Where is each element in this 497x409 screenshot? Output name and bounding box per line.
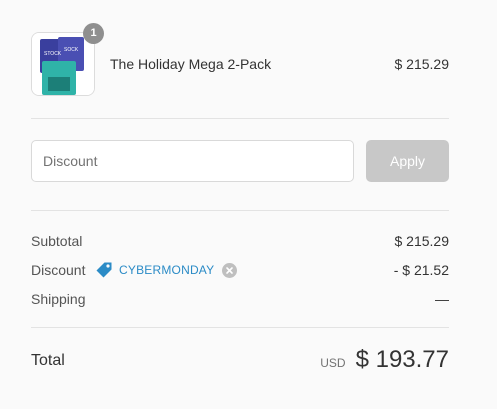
divider (31, 210, 449, 211)
quantity-badge: 1 (83, 23, 104, 44)
total-amount-group: USD $ 193.77 (320, 346, 449, 374)
svg-text:SOCK: SOCK (64, 47, 79, 53)
total-amount: $ 193.77 (355, 346, 449, 373)
close-icon (226, 266, 234, 274)
total-label: Total (31, 352, 65, 369)
cart-line-item: STOCK SOCK 1 The Holiday Mega 2-Pack $ 2… (31, 23, 450, 96)
currency-code: USD (320, 356, 346, 370)
divider (31, 118, 449, 119)
product-thumbnail: STOCK SOCK (31, 32, 95, 96)
subtotal-label: Subtotal (31, 233, 83, 249)
apply-discount-button[interactable]: Apply (366, 140, 449, 182)
order-summary: STOCK SOCK 1 The Holiday Mega 2-Pack $ 2… (31, 0, 449, 409)
discount-code-text: CYBERMONDAY (119, 263, 215, 277)
shipping-value: — (435, 291, 449, 307)
remove-discount-button[interactable] (222, 262, 238, 278)
shipping-label: Shipping (31, 291, 86, 307)
total-row: Total USD $ 193.77 (31, 346, 449, 376)
divider (31, 327, 449, 328)
svg-text:STOCK: STOCK (44, 51, 62, 57)
shipping-row: Shipping — (31, 291, 449, 309)
subtotal-row: Subtotal $ 215.29 (31, 233, 449, 251)
discount-label: Discount (31, 262, 86, 278)
discount-code-input[interactable] (31, 140, 354, 182)
product-name: The Holiday Mega 2-Pack (110, 56, 272, 72)
discount-value: - $ 21.52 (393, 262, 449, 278)
tag-icon (95, 261, 113, 279)
product-pack-image: STOCK SOCK (32, 33, 94, 95)
subtotal-value: $ 215.29 (394, 233, 450, 249)
discount-row: Discount CYBERMONDAY - $ 21.52 (31, 262, 449, 280)
applied-discount-code: CYBERMONDAY (95, 261, 238, 279)
product-price: $ 215.29 (394, 56, 450, 72)
